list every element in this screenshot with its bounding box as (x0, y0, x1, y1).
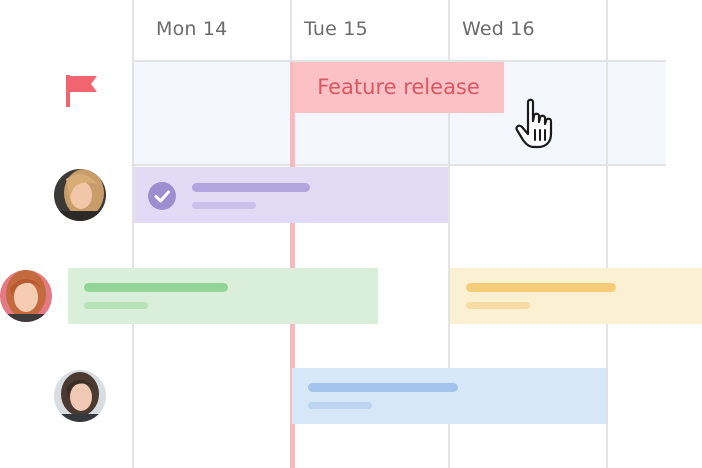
task-bar[interactable] (450, 268, 702, 324)
milestone-feature-release[interactable]: Feature release (293, 62, 504, 113)
hand-pointer-icon (515, 98, 553, 149)
day-header-mon[interactable]: Mon 14 (156, 18, 227, 40)
task-title-placeholder (466, 283, 616, 292)
avatar-woman-redhead[interactable] (0, 270, 52, 322)
task-subtitle-placeholder (192, 202, 256, 209)
day-header-wed[interactable]: Wed 16 (462, 18, 535, 40)
task-title-placeholder (308, 383, 458, 392)
avatar-photo (54, 169, 106, 221)
day-header-tue[interactable]: Tue 15 (304, 18, 368, 40)
grid-line-vertical (606, 62, 608, 166)
task-title-placeholder (84, 283, 228, 292)
avatar-photo (0, 270, 52, 322)
task-subtitle-placeholder (84, 302, 148, 309)
flag-icon (66, 75, 97, 107)
task-bar-completed[interactable] (134, 167, 448, 223)
timeline-scheduler: Mon 14 Tue 15 Wed 16 Feature release (0, 0, 702, 468)
avatar-woman-dark-hair[interactable] (54, 370, 106, 422)
task-bar[interactable] (68, 268, 378, 324)
task-subtitle-placeholder (308, 402, 372, 409)
check-circle-icon (148, 182, 176, 210)
avatar-photo (54, 370, 106, 422)
task-subtitle-placeholder (466, 302, 530, 309)
task-title-placeholder (192, 183, 310, 192)
task-bar[interactable] (292, 368, 606, 424)
grid-line-horizontal (132, 164, 666, 166)
avatar-woman-blonde[interactable] (54, 169, 106, 221)
